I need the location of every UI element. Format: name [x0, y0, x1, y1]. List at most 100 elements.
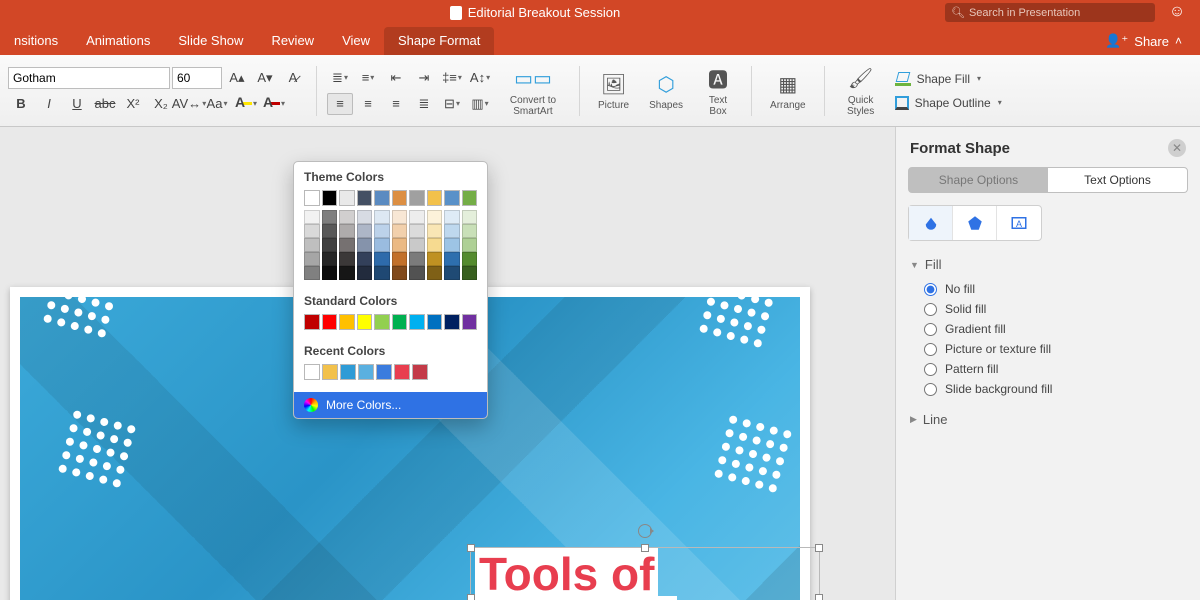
color-swatch[interactable]	[304, 190, 320, 206]
search-field[interactable]: 🔍︎	[945, 3, 1155, 22]
color-swatch[interactable]	[409, 266, 425, 280]
align-right-button[interactable]: ≡	[383, 93, 409, 115]
color-swatch[interactable]	[392, 210, 408, 224]
color-swatch[interactable]	[392, 252, 408, 266]
color-swatch[interactable]	[304, 364, 320, 380]
color-swatch[interactable]	[427, 238, 443, 252]
color-swatch[interactable]	[409, 210, 425, 224]
color-swatch[interactable]	[322, 266, 338, 280]
search-input[interactable]	[969, 7, 1149, 19]
resize-handle[interactable]	[641, 544, 649, 552]
color-swatch[interactable]	[392, 266, 408, 280]
color-swatch[interactable]	[304, 252, 320, 266]
color-swatch[interactable]	[357, 210, 373, 224]
color-swatch[interactable]	[374, 266, 390, 280]
color-swatch[interactable]	[412, 364, 428, 380]
color-swatch[interactable]	[392, 190, 408, 206]
color-swatch[interactable]	[462, 314, 478, 330]
fill-option-radio[interactable]: Slide background fill	[924, 382, 1186, 396]
increase-font-icon[interactable]: A▴	[224, 67, 250, 89]
color-swatch[interactable]	[304, 314, 320, 330]
close-panel-button[interactable]: ✕	[1168, 139, 1186, 157]
fill-option-radio[interactable]: Solid fill	[924, 302, 1186, 316]
color-swatch[interactable]	[357, 238, 373, 252]
color-swatch[interactable]	[374, 252, 390, 266]
color-swatch[interactable]	[392, 314, 408, 330]
color-swatch[interactable]	[339, 238, 355, 252]
picture-button[interactable]: 🖼 Picture	[590, 61, 637, 121]
decrease-font-icon[interactable]: A▾	[252, 67, 278, 89]
numbering-button[interactable]: ≡▾	[355, 67, 381, 89]
strikethrough-button[interactable]: abc	[92, 93, 118, 115]
bold-button[interactable]: B	[8, 93, 34, 115]
color-swatch[interactable]	[374, 238, 390, 252]
color-swatch[interactable]	[358, 364, 374, 380]
color-swatch[interactable]	[357, 266, 373, 280]
color-swatch[interactable]	[444, 210, 460, 224]
shape-fill-button[interactable]: Shape Fill ▾	[891, 70, 1006, 88]
color-swatch[interactable]	[374, 224, 390, 238]
color-swatch[interactable]	[444, 252, 460, 266]
align-center-button[interactable]: ≡	[355, 93, 381, 115]
color-swatch[interactable]	[392, 238, 408, 252]
tab-transitions[interactable]: nsitions	[0, 27, 72, 55]
color-swatch[interactable]	[392, 224, 408, 238]
feedback-smiley-icon[interactable]: ☺	[1168, 3, 1186, 21]
color-swatch[interactable]	[427, 314, 443, 330]
arrange-button[interactable]: ▦ Arrange	[762, 61, 814, 121]
radio-input[interactable]	[924, 283, 937, 296]
resize-handle[interactable]	[467, 594, 475, 600]
color-swatch[interactable]	[340, 364, 356, 380]
color-swatch[interactable]	[357, 314, 373, 330]
font-size-select[interactable]	[172, 67, 222, 89]
color-swatch[interactable]	[462, 252, 478, 266]
slide-canvas[interactable]: Tools of the trade KU Marketing Communic…	[0, 127, 895, 600]
char-spacing-button[interactable]: AV↔▾	[176, 93, 202, 115]
tab-view[interactable]: View	[328, 27, 384, 55]
radio-input[interactable]	[924, 383, 937, 396]
rotate-handle[interactable]	[638, 524, 652, 538]
fill-line-tab-icon[interactable]	[909, 206, 953, 240]
tab-shape-format[interactable]: Shape Format	[384, 27, 494, 55]
color-swatch[interactable]	[322, 364, 338, 380]
justify-button[interactable]: ≣	[411, 93, 437, 115]
color-swatch[interactable]	[322, 190, 338, 206]
quick-styles-button[interactable]: 🖌 Quick Styles	[835, 61, 887, 121]
fill-option-radio[interactable]: Gradient fill	[924, 322, 1186, 336]
color-swatch[interactable]	[409, 314, 425, 330]
color-swatch[interactable]	[394, 364, 410, 380]
convert-smartart-button[interactable]: ▭▭ Convert to SmartArt	[497, 61, 569, 121]
share-button[interactable]: 👤⁺ Share ˄	[1099, 27, 1188, 55]
color-swatch[interactable]	[444, 266, 460, 280]
font-highlight-button[interactable]: ▾	[232, 93, 258, 115]
italic-button[interactable]: I	[36, 93, 62, 115]
columns-button[interactable]: ▥▾	[467, 93, 493, 115]
line-section-toggle[interactable]: ▶ Line	[896, 406, 1200, 433]
color-swatch[interactable]	[462, 210, 478, 224]
bullets-button[interactable]: ≣▾	[327, 67, 353, 89]
color-swatch[interactable]	[322, 314, 338, 330]
color-swatch[interactable]	[374, 210, 390, 224]
color-swatch[interactable]	[304, 224, 320, 238]
color-swatch[interactable]	[339, 210, 355, 224]
text-direction-button[interactable]: A↕▾	[467, 67, 493, 89]
color-swatch[interactable]	[376, 364, 392, 380]
color-swatch[interactable]	[357, 190, 373, 206]
slide-title-text[interactable]: Tools of the trade	[471, 548, 819, 600]
color-swatch[interactable]	[444, 314, 460, 330]
color-swatch[interactable]	[374, 190, 390, 206]
color-swatch[interactable]	[409, 238, 425, 252]
color-swatch[interactable]	[427, 190, 443, 206]
color-swatch[interactable]	[339, 314, 355, 330]
underline-button[interactable]: U	[64, 93, 90, 115]
clear-format-icon[interactable]: A̷	[280, 67, 306, 89]
textbox-tab-icon[interactable]: A	[997, 206, 1041, 240]
color-swatch[interactable]	[322, 224, 338, 238]
more-colors-button[interactable]: More Colors...	[294, 392, 487, 418]
color-swatch[interactable]	[304, 210, 320, 224]
color-swatch[interactable]	[444, 190, 460, 206]
tab-review[interactable]: Review	[257, 27, 328, 55]
color-swatch[interactable]	[409, 224, 425, 238]
color-swatch[interactable]	[409, 252, 425, 266]
color-swatch[interactable]	[374, 314, 390, 330]
